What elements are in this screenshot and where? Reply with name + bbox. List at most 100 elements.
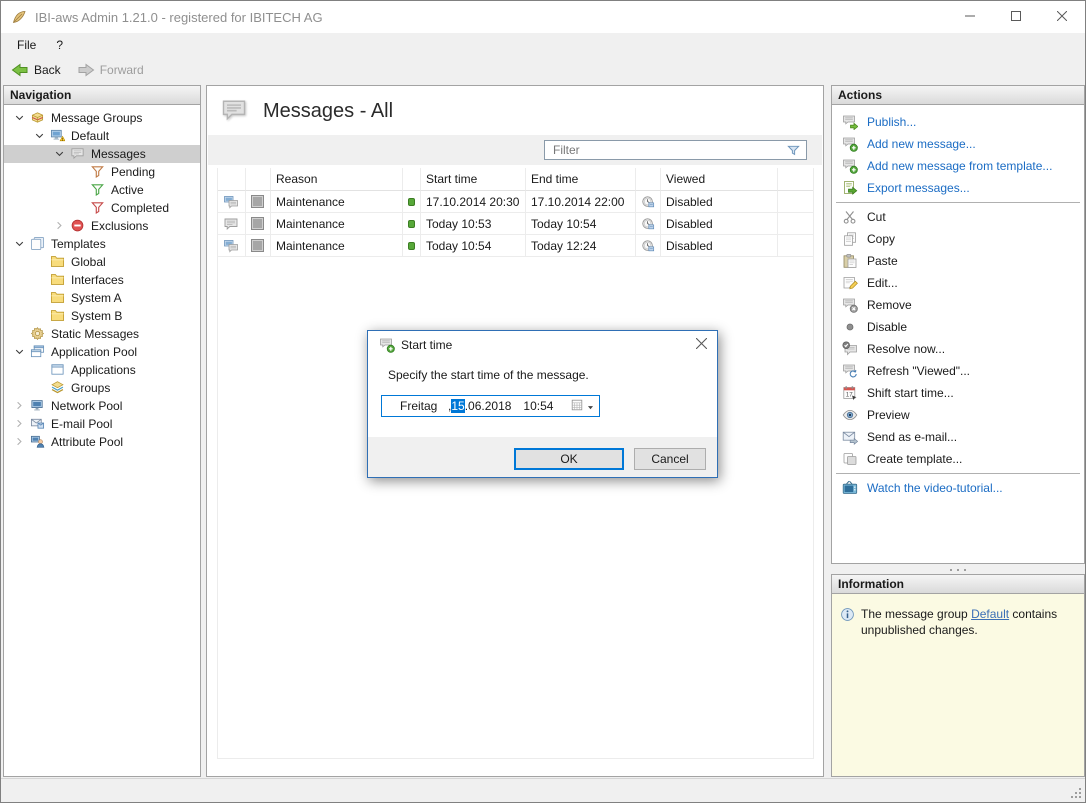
col-viewed-icon[interactable] [636,168,661,191]
chevron-down-icon[interactable] [12,344,30,360]
nav-item-pending[interactable]: Pending [4,163,200,181]
resize-grip[interactable] [1069,786,1083,800]
nav-item-groups[interactable]: Groups [4,379,200,397]
action-export-messages[interactable]: Export messages... [832,177,1084,199]
datetime-picker[interactable]: Freitag , 15 .06.2018 10:54 [381,395,600,417]
static-messages-icon [30,326,46,342]
chevron-right-icon[interactable] [12,398,30,414]
action-refresh-viewed[interactable]: Refresh "Viewed"... [832,360,1084,382]
nav-item-label: Applications [71,363,136,377]
nav-item-default[interactable]: Default [4,127,200,145]
tv-icon [842,480,858,496]
row-checkbox[interactable] [251,217,264,230]
default-group-link[interactable]: Default [971,607,1009,621]
action-shift-start-time[interactable]: 17 Shift start time... [832,382,1084,404]
chevron-right-icon[interactable] [12,434,30,450]
minimize-button[interactable] [947,1,993,33]
table-row[interactable]: Maintenance 17.10.2014 20:30 17.10.2014 … [218,191,813,213]
nav-item-messages[interactable]: Messages [4,145,200,163]
chevron-right-icon[interactable] [52,218,70,234]
nav-item-completed[interactable]: Completed [4,199,200,217]
action-publish[interactable]: Publish... [832,111,1084,133]
action-disable[interactable]: Disable [832,316,1084,338]
start-time-dialog: Start time Specify the start time of the… [367,330,718,478]
action-cut[interactable]: Cut [832,206,1084,228]
col-type[interactable] [218,168,246,191]
action-preview[interactable]: Preview [832,404,1084,426]
action-remove[interactable]: Remove [832,294,1084,316]
table-row[interactable]: Maintenance Today 10:53 Today 10:54 Disa… [218,213,813,235]
nav-item-active[interactable]: Active [4,181,200,199]
action-add-from-template[interactable]: Add new message from template... [832,155,1084,177]
calendar-picker-icon[interactable] [570,398,584,412]
navigation-panel: Navigation Message Groups Default Messag… [3,85,201,777]
message-screen-icon [218,191,246,213]
nav-item-message-groups[interactable]: Message Groups [4,109,200,127]
nav-item-system-a[interactable]: System A [4,289,200,307]
action-send-as-email[interactable]: Send as e-mail... [832,426,1084,448]
applications-icon [50,362,66,378]
panel-splitter[interactable] [831,564,1085,574]
time-segment[interactable]: 10:54 [523,399,553,413]
nav-item-email-pool[interactable]: E-mail Pool [4,415,200,433]
row-checkbox[interactable] [251,239,264,252]
nav-item-exclusions[interactable]: Exclusions [4,217,200,235]
action-watch-video-tutorial[interactable]: Watch the video-tutorial... [832,477,1084,499]
menu-file[interactable]: File [7,33,46,57]
filter-box [544,140,807,160]
col-end-time[interactable]: End time [526,168,636,191]
nav-item-system-b[interactable]: System B [4,307,200,325]
back-button[interactable]: Back [5,59,67,81]
chevron-down-icon[interactable] [32,128,50,144]
filter-funnel-icon[interactable] [786,143,801,158]
nav-item-applications[interactable]: Applications [4,361,200,379]
nav-item-global[interactable]: Global [4,253,200,271]
col-reason[interactable]: Reason [271,168,403,191]
chevron-down-icon[interactable] [12,236,30,252]
date-month-year-segment[interactable]: .06.2018 [465,399,512,413]
filter-input[interactable] [545,142,786,158]
dropdown-arrow-icon[interactable] [586,401,595,410]
application-pool-icon [30,344,46,360]
col-start-time[interactable]: Start time [421,168,526,191]
action-label: Send as e-mail... [867,430,957,444]
nav-item-interfaces[interactable]: Interfaces [4,271,200,289]
row-checkbox[interactable] [251,195,264,208]
ok-button[interactable]: OK [514,448,624,470]
dialog-title-bar: Start time [368,331,717,359]
maximize-button[interactable] [993,1,1039,33]
action-create-template[interactable]: Create template... [832,448,1084,470]
forward-button[interactable]: Forward [71,59,150,81]
chevron-down-icon[interactable] [12,110,30,126]
menu-bar: File ? [1,33,1085,57]
dialog-close-button[interactable] [685,331,717,359]
nav-item-label: Static Messages [51,327,139,341]
folder-icon [50,272,66,288]
chevron-right-icon[interactable] [12,416,30,432]
table-row[interactable]: Maintenance Today 10:54 Today 12:24 Disa… [218,235,813,257]
col-active[interactable] [403,168,421,191]
nav-item-static-messages[interactable]: Static Messages [4,325,200,343]
col-viewed[interactable]: Viewed [661,168,778,191]
nav-item-label: Application Pool [51,345,137,359]
menu-help[interactable]: ? [46,33,73,57]
spacer [72,182,90,198]
nav-item-attribute-pool[interactable]: Attribute Pool [4,433,200,451]
col-check[interactable] [246,168,271,191]
chevron-down-icon[interactable] [52,146,70,162]
date-day-of-month-segment[interactable]: 15 [451,399,464,413]
action-resolve-now[interactable]: Resolve now... [832,338,1084,360]
close-button[interactable] [1039,1,1085,33]
action-add-new-message[interactable]: Add new message... [832,133,1084,155]
nav-item-application-pool[interactable]: Application Pool [4,343,200,361]
date-day-segment[interactable]: Freitag [400,399,448,413]
forward-label: Forward [100,63,144,77]
nav-item-templates[interactable]: Templates [4,235,200,253]
cancel-button[interactable]: Cancel [634,448,706,470]
information-text: The message group Default contains unpub… [861,606,1069,638]
action-edit[interactable]: Edit... [832,272,1084,294]
action-paste[interactable]: Paste [832,250,1084,272]
nav-item-label: Active [111,183,144,197]
action-copy[interactable]: Copy [832,228,1084,250]
nav-item-network-pool[interactable]: Network Pool [4,397,200,415]
